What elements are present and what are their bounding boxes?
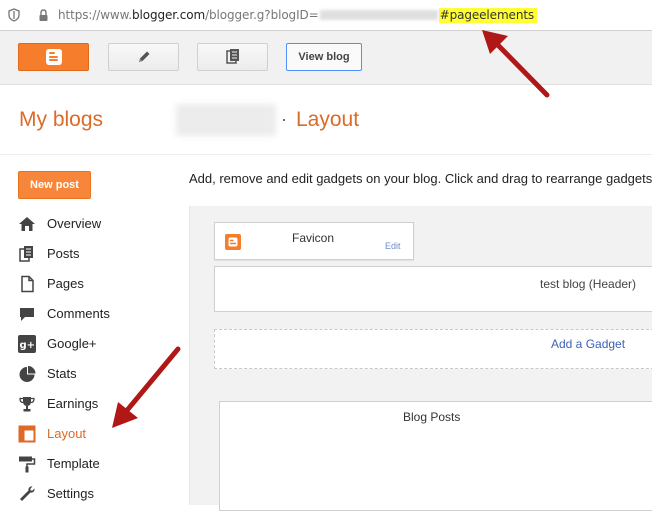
google-plus-icon: g+	[18, 335, 36, 353]
layout-icon	[18, 425, 36, 443]
header-divider	[0, 154, 652, 155]
layout-description: Add, remove and edit gadgets on your blo…	[189, 171, 652, 186]
pencil-icon	[138, 51, 149, 62]
title-separator: ·	[281, 109, 287, 129]
url-fragment: pageelements	[449, 8, 535, 22]
blog-posts-gadget[interactable]: Blog Posts	[219, 401, 652, 511]
comment-icon	[20, 308, 34, 321]
redacted-blog-id	[319, 10, 438, 20]
wrench-icon	[20, 486, 35, 501]
svg-text:g+: g+	[20, 340, 36, 351]
add-gadget-link[interactable]: Add a Gadget	[551, 337, 625, 351]
url-highlight: #pageelements	[438, 8, 538, 23]
blogger-home-button[interactable]	[18, 43, 89, 71]
my-blogs-link[interactable]: My blogs	[19, 108, 103, 132]
sidebar-item-label: Settings	[47, 486, 94, 501]
sidebar-item-layout[interactable]: Layout	[18, 422, 178, 446]
trophy-icon	[19, 397, 35, 412]
redacted-blog-name	[176, 104, 276, 136]
sidebar-item-posts[interactable]: Posts	[18, 242, 178, 266]
sidebar-item-google-plus[interactable]: g+ Google+	[18, 332, 178, 356]
sidebar-item-label: Layout	[47, 426, 87, 441]
header-gadget[interactable]: test blog (Header)	[214, 266, 652, 312]
url-host: blogger.com	[131, 8, 206, 22]
address-bar[interactable]: https://www.blogger.com/blogger.g?blogID…	[0, 0, 652, 31]
header-gadget-title: test blog (Header)	[540, 277, 637, 291]
sidebar-item-pages[interactable]: Pages	[18, 272, 178, 296]
pie-chart-icon	[19, 366, 36, 382]
sidebar-item-label: Stats	[47, 366, 77, 381]
new-post-button[interactable]: New post	[18, 171, 91, 199]
blogger-toolbar: View blog	[0, 31, 652, 85]
sidebar-item-template[interactable]: Template	[18, 452, 178, 476]
favicon-gadget[interactable]: Favicon Edit	[214, 222, 414, 260]
sidebar-item-comments[interactable]: Comments	[18, 302, 178, 326]
sidebar-item-stats[interactable]: Stats	[18, 362, 178, 386]
sidebar-item-label: Pages	[47, 276, 84, 291]
sidebar-item-label: Overview	[47, 216, 102, 231]
blogger-favicon-icon	[225, 234, 241, 250]
posts-list-button[interactable]	[197, 43, 268, 71]
add-gadget-area[interactable]: Add a Gadget	[214, 329, 652, 369]
sidebar-item-label: Template	[47, 456, 100, 471]
sidebar-item-label: Posts	[47, 246, 80, 261]
url-path: /blogger.g?blogID=	[205, 8, 319, 22]
shield-icon[interactable]	[8, 8, 20, 22]
home-icon	[19, 217, 35, 231]
pages-icon	[225, 49, 239, 64]
favicon-edit-link[interactable]: Edit	[385, 241, 401, 251]
sidebar-item-label: Earnings	[47, 396, 99, 411]
url-hash: #	[439, 8, 450, 22]
sidebar-item-earnings[interactable]: Earnings	[18, 392, 178, 416]
page-icon	[21, 275, 34, 293]
blog-posts-gadget-title: Blog Posts	[403, 410, 461, 424]
url-scheme: https://www.	[58, 8, 132, 22]
lock-icon	[39, 9, 48, 21]
blogger-logo-icon	[45, 49, 62, 65]
paint-roller-icon	[19, 456, 36, 473]
posts-icon	[19, 246, 33, 262]
new-post-pencil-button[interactable]	[108, 43, 179, 71]
view-blog-button[interactable]: View blog	[286, 43, 362, 71]
favicon-gadget-title: Favicon	[292, 231, 335, 245]
sidebar-item-label: Google+	[47, 336, 97, 351]
sidebar-item-settings[interactable]: Settings	[18, 482, 178, 506]
sidebar-item-label: Comments	[47, 306, 110, 321]
page-title: Layout	[296, 108, 360, 131]
url-text[interactable]: https://www.blogger.com/blogger.g?blogID…	[58, 8, 538, 23]
sidebar-item-overview[interactable]: Overview	[18, 212, 178, 236]
